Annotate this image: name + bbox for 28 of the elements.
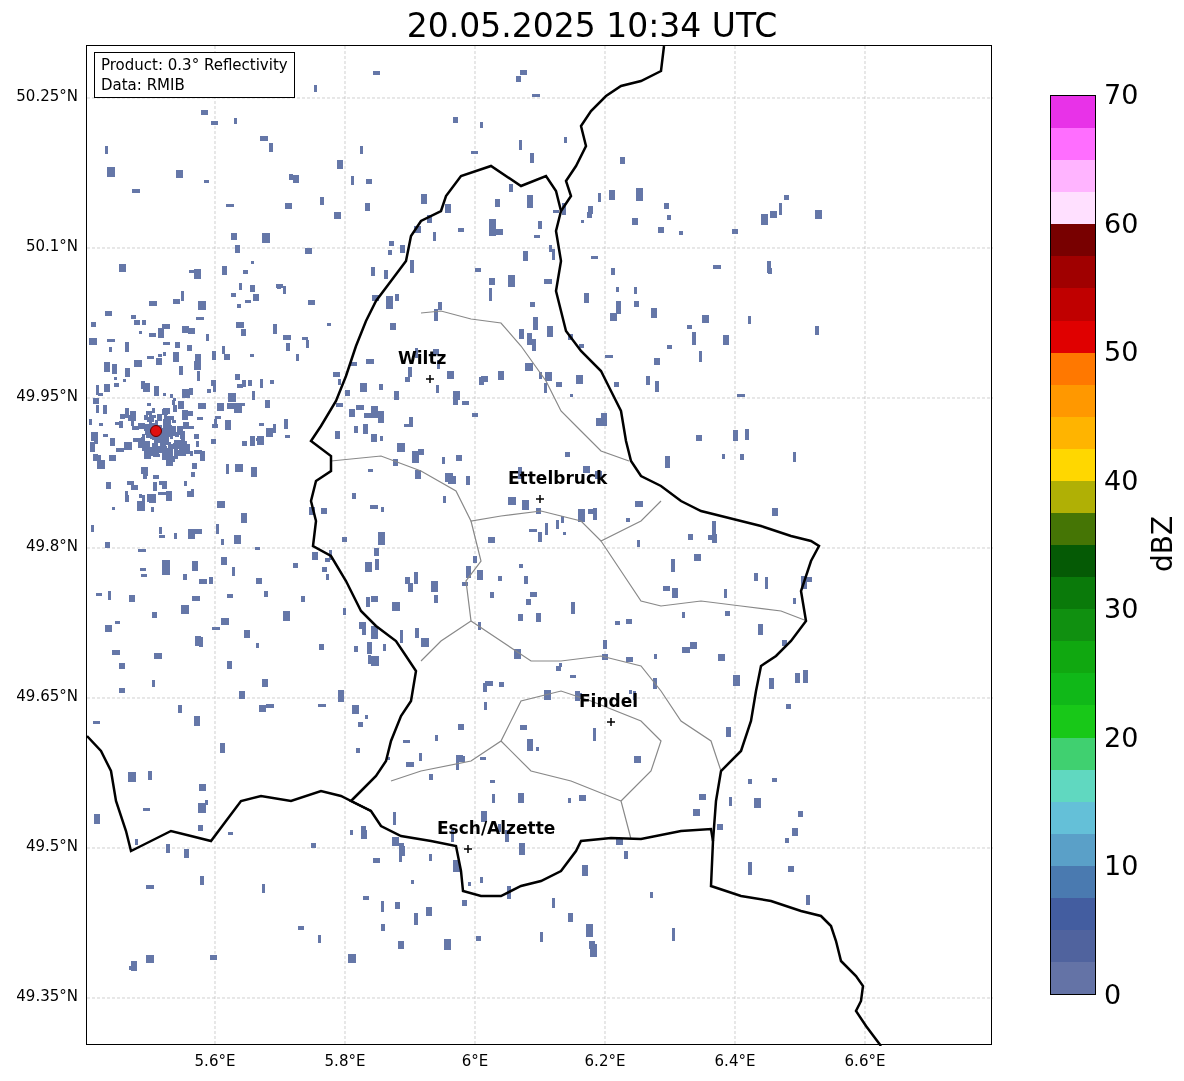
colorbar-tick-label: 30 bbox=[1104, 595, 1139, 623]
longitude-label: 6°E bbox=[461, 1054, 489, 1069]
latitude-label: 49.5°N bbox=[25, 839, 78, 854]
colorbar-tick-label: 40 bbox=[1104, 466, 1139, 494]
longitude-label: 6.4°E bbox=[714, 1054, 756, 1069]
longitude-label: 5.6°E bbox=[194, 1054, 236, 1069]
latitude-label: 49.8°N bbox=[25, 539, 78, 554]
longitude-label: 6.2°E bbox=[584, 1054, 626, 1069]
latitude-label: 49.95°N bbox=[16, 389, 78, 404]
longitude-label: 5.8°E bbox=[324, 1054, 366, 1069]
latitude-label: 49.65°N bbox=[16, 689, 78, 704]
latitude-label: 49.35°N bbox=[16, 989, 78, 1004]
colorbar-label: dBZ bbox=[1149, 515, 1178, 573]
legend-text: Data: RMIB bbox=[101, 75, 186, 95]
city-label: Findel bbox=[579, 693, 639, 710]
colorbar-tick-label: 60 bbox=[1104, 209, 1139, 237]
colorbar-tick-label: 70 bbox=[1104, 81, 1139, 108]
longitude-label: 6.6°E bbox=[844, 1054, 886, 1069]
colorbar-tick-label: 10 bbox=[1104, 852, 1139, 880]
colorbar-tick-label: 20 bbox=[1104, 723, 1139, 751]
colorbar-tick-label: 0 bbox=[1104, 981, 1122, 1008]
legend-text: Product: 0.3° Reflectivity bbox=[101, 55, 288, 75]
chart-title: 20.05.2025 10:34 UTC bbox=[406, 9, 778, 42]
colorbar-tick-label: 50 bbox=[1104, 338, 1139, 366]
latitude-label: 50.1°N bbox=[25, 239, 78, 254]
city-label: Ettelbruck bbox=[508, 470, 608, 487]
latitude-label: 50.25°N bbox=[16, 89, 78, 104]
city-label: Wiltz bbox=[398, 350, 447, 367]
